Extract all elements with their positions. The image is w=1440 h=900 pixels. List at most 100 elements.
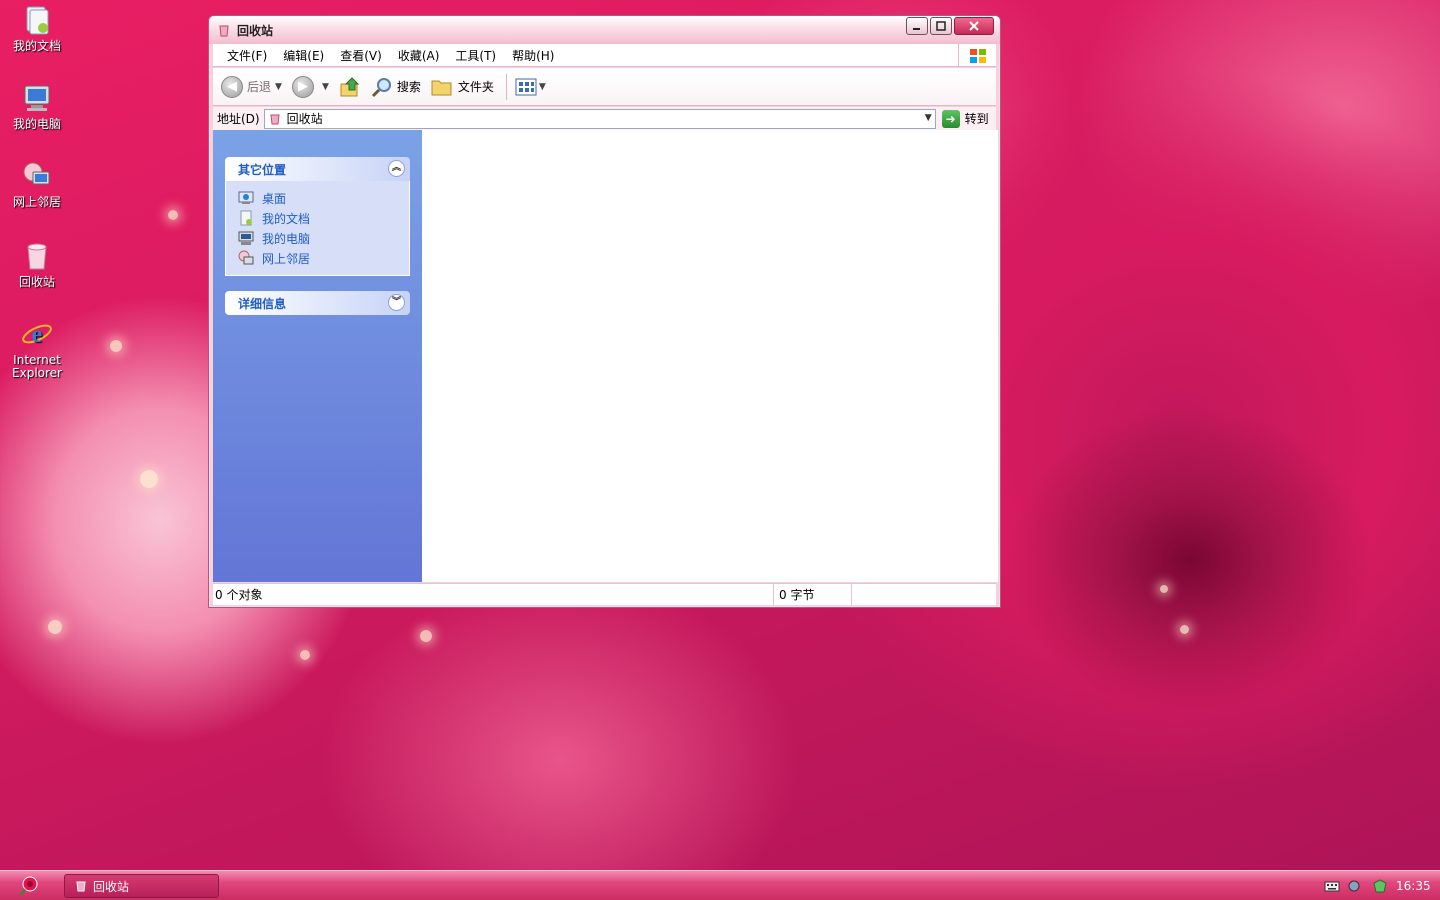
menu-view[interactable]: 查看(V): [332, 47, 390, 64]
collapse-up-icon[interactable]: ︽: [388, 160, 405, 177]
sparkle: [168, 210, 178, 220]
desktop-icon-label: 我的电脑: [12, 117, 61, 131]
desktop-icon-label: 我的文档: [12, 39, 61, 53]
close-icon: [969, 21, 979, 31]
back-button[interactable]: ◀ 后退 ▼: [221, 75, 282, 98]
status-zone: [852, 584, 996, 605]
chevron-down-icon[interactable]: ▼: [925, 113, 932, 123]
sparkle: [140, 470, 158, 488]
rose-start-icon: [19, 876, 38, 897]
folder-documents-icon: [21, 4, 53, 36]
minimize-button[interactable]: [906, 17, 928, 35]
clock[interactable]: 16:35: [1396, 879, 1431, 893]
title-bar[interactable]: 回收站: [209, 16, 1000, 44]
desktop-icon-label: 回收站: [18, 275, 55, 289]
address-value: 回收站: [286, 112, 323, 126]
close-button[interactable]: [954, 17, 994, 35]
maximize-button[interactable]: [930, 17, 952, 35]
svg-text:e: e: [32, 322, 43, 348]
keyboard-icon[interactable]: [1324, 879, 1340, 893]
menu-tools[interactable]: 工具(T): [447, 47, 504, 64]
details-header[interactable]: 详细信息 ︾: [225, 291, 410, 315]
recycle-bin-icon: [21, 240, 53, 272]
desktop-icon-my-computer[interactable]: 我的电脑: [6, 82, 68, 131]
address-input[interactable]: 回收站 ▼: [263, 108, 936, 129]
search-icon: [371, 77, 391, 97]
forward-button[interactable]: ▶ ▼: [291, 75, 329, 98]
expand-down-icon[interactable]: ︾: [388, 294, 405, 311]
desktop-icon-recycle-bin[interactable]: 回收站: [6, 240, 68, 289]
panel-title: 其它位置: [238, 162, 287, 177]
chevron-down-icon[interactable]: ▼: [322, 82, 329, 92]
menu-file[interactable]: 文件(F): [219, 47, 275, 64]
menu-help[interactable]: 帮助(H): [504, 47, 562, 64]
address-label: 地址(D): [217, 112, 260, 126]
taskbar-item-label: 回收站: [93, 879, 130, 894]
folders-button[interactable]: 文件夹: [431, 77, 494, 97]
other-places-header[interactable]: 其它位置 ︽: [225, 157, 410, 181]
taskbar: 回收站 16:35: [0, 870, 1440, 900]
link-desktop[interactable]: 桌面: [238, 188, 409, 208]
forward-arrow-icon: ▶: [291, 75, 314, 98]
link-label: 我的电脑: [262, 231, 311, 246]
search-label: 搜索: [396, 80, 421, 94]
desktop-icon-label: Internet Explorer: [12, 353, 62, 380]
go-arrow-icon: ➜: [941, 109, 960, 128]
sparkle: [420, 630, 432, 642]
desktop-icon-my-documents[interactable]: 我的文档: [6, 4, 68, 53]
desktop-icon: [238, 190, 254, 206]
security-icon[interactable]: [1372, 879, 1388, 893]
chevron-down-icon[interactable]: ▼: [275, 82, 282, 92]
computer-icon: [21, 82, 53, 114]
sparkle: [48, 620, 62, 634]
sparkle: [1160, 585, 1168, 593]
address-bar: 地址(D) 回收站 ▼ ➜ 转到: [213, 107, 996, 130]
panel-title: 详细信息: [238, 296, 287, 311]
computer-icon: [238, 230, 254, 246]
windows-logo-icon: [958, 44, 996, 67]
folder-icon: [431, 80, 452, 95]
status-object-count: 0 个对象: [213, 584, 774, 605]
link-my-documents[interactable]: 我的文档: [238, 208, 409, 228]
sparkle: [300, 650, 310, 660]
documents-icon: [238, 210, 254, 226]
recycle-bin-window: 回收站 文件(F) 编辑(E) 查看(V) 收藏(A) 工具(T) 帮助(H) …: [208, 15, 1001, 608]
link-network-places[interactable]: 网上邻居: [238, 248, 409, 268]
toolbar: ◀ 后退 ▼ ▶ ▼ 搜索 文件夹 ▼: [213, 68, 996, 106]
maximize-icon: [936, 21, 946, 31]
network-status-icon[interactable]: [1348, 879, 1364, 893]
file-list-area[interactable]: [422, 130, 998, 582]
link-label: 我的文档: [262, 211, 311, 226]
up-folder-button[interactable]: [339, 76, 361, 98]
views-button[interactable]: ▼: [515, 78, 546, 96]
task-pane: 其它位置 ︽ 桌面 我的文档 我的电脑 网上邻居 详细信息 ︾: [213, 130, 422, 582]
start-button[interactable]: [12, 873, 46, 899]
network-icon: [238, 250, 254, 266]
go-button[interactable]: ➜ 转到: [941, 109, 989, 128]
up-folder-icon: [340, 76, 360, 96]
folders-label: 文件夹: [457, 80, 494, 94]
toolbar-separator: [505, 73, 507, 100]
link-label: 网上邻居: [262, 251, 311, 266]
system-tray: 16:35: [1316, 871, 1440, 900]
details-panel: 详细信息 ︾: [225, 291, 410, 315]
taskbar-item-recycle-bin[interactable]: 回收站: [64, 874, 219, 898]
desktop-icon-internet-explorer[interactable]: e Internet Explorer: [6, 318, 68, 380]
menu-bar: 文件(F) 编辑(E) 查看(V) 收藏(A) 工具(T) 帮助(H): [213, 44, 996, 67]
internet-explorer-icon: e: [21, 318, 53, 350]
network-icon: [21, 160, 53, 192]
link-my-computer[interactable]: 我的电脑: [238, 228, 409, 248]
desktop-icon-network[interactable]: 网上邻居: [6, 160, 68, 209]
recycle-bin-icon: [269, 113, 281, 125]
recycle-bin-icon: [75, 880, 87, 892]
back-arrow-icon: ◀: [221, 75, 243, 98]
back-label: 后退: [247, 80, 272, 94]
menu-edit[interactable]: 编辑(E): [275, 47, 332, 64]
other-places-panel: 其它位置 ︽ 桌面 我的文档 我的电脑 网上邻居: [225, 157, 410, 276]
recycle-bin-icon: [217, 23, 231, 37]
menu-favorites[interactable]: 收藏(A): [390, 47, 448, 64]
go-label: 转到: [964, 112, 989, 126]
chevron-down-icon: ▼: [538, 81, 546, 92]
sparkle: [110, 340, 122, 352]
search-button[interactable]: 搜索: [371, 76, 421, 98]
